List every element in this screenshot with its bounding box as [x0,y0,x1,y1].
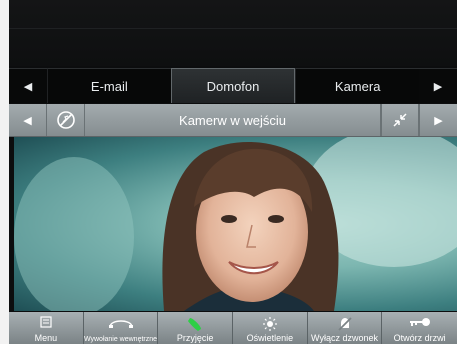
lighting-button-label: Oświetlenie [246,333,294,343]
collapse-button[interactable] [381,104,419,136]
video-image [14,137,457,311]
tab-email-label: E-mail [90,78,128,94]
collapse-icon [393,113,407,127]
tab-domofon[interactable]: Domofon [170,68,296,103]
open-door-button[interactable]: Otwórz drzwi [382,312,457,344]
intercom-button-label: Wywołanie wewnętrzne [83,336,158,343]
intercom-icon [108,320,133,328]
arrow-right-icon: ▶ [434,114,443,127]
top-bar [9,0,457,66]
tab-bar: ◀ E-mail Domofon Kamera ▶ [9,68,457,103]
key-icon [409,318,430,326]
camera-video-feed [14,137,457,311]
answer-button[interactable]: Przyjęcie [158,312,234,344]
tab-domofon-label: Domofon [206,78,260,94]
open-door-button-label: Otwórz drzwi [393,333,446,343]
camera-next-button[interactable]: ▶ [419,104,457,136]
menu-icon [40,316,52,328]
no-entry-button[interactable] [47,104,85,136]
mute-bell-button[interactable]: Wyłącz dzwonek [308,312,383,344]
lighting-button[interactable]: Oświetlenie [233,312,308,344]
arrow-left-icon: ◀ [23,114,32,127]
intercom-button[interactable]: Wywołanie wewnętrzne [84,312,159,344]
top-bar-divider [9,28,457,29]
menu-button[interactable]: Menu [9,312,84,344]
light-icon [262,317,277,331]
arrow-left-icon: ◀ [23,80,33,93]
answer-button-label: Przyjęcie [176,333,214,343]
bell-off-icon [337,317,352,331]
tab-kamera-label: Kamera [334,78,381,94]
tab-prev-button[interactable]: ◀ [9,68,47,103]
no-entry-icon [56,111,75,129]
phone-icon [188,318,202,331]
arrow-right-icon: ▶ [433,80,443,93]
menu-button-label: Menu [34,333,58,343]
window-left-edge [0,0,9,344]
camera-nav-bar: ◀ Kamerw w wejściu ▶ [9,104,457,137]
tab-kamera[interactable]: Kamera [295,68,420,103]
bottom-toolbar: Menu Wywołanie wewnętrzne Przyjęcie Oświ… [9,312,457,344]
camera-title: Kamerw w wejściu [85,104,381,136]
tab-email[interactable]: E-mail [47,68,171,103]
mute-bell-button-label: Wyłącz dzwonek [311,333,378,343]
tab-next-button[interactable]: ▶ [419,68,457,103]
camera-prev-button[interactable]: ◀ [9,104,47,136]
